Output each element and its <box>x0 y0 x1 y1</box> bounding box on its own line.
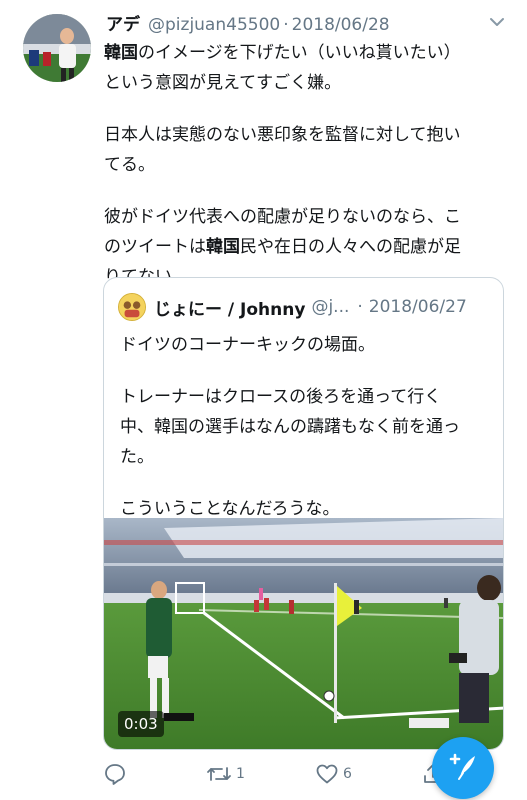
retweet-count: 1 <box>236 766 245 782</box>
text-segment: 民や在日の人々への配慮が足 <box>240 237 461 257</box>
retweet-icon <box>206 762 232 786</box>
action-bar: 1 6 <box>103 760 442 790</box>
quoted-text-line: 中、韓国の選手はなんの躊躇もなく前を通っ <box>120 417 460 437</box>
line-break <box>120 472 492 494</box>
separator: · <box>283 15 289 35</box>
user-handle[interactable]: @pizjuan45500 <box>148 15 280 35</box>
line-break <box>120 360 492 382</box>
quoted-header: じょにー / Johnny @j... · 2018/06/27 <box>118 292 467 322</box>
retweet-button[interactable]: 1 <box>206 760 245 788</box>
tweet-text-line: てる。 <box>104 150 504 180</box>
text-segment: てる。 <box>104 155 155 175</box>
text-segment: 彼がドイツ代表への配慮が足りないのなら、こ <box>104 207 461 227</box>
video-duration: 0:03 <box>118 711 164 737</box>
text-segment: 日本人は実態のない悪印象を監督に対して抱い <box>104 125 461 145</box>
reply-button[interactable] <box>103 760 131 788</box>
tweet-text-line: のツイートは韓国民や在日の人々への配慮が足 <box>104 232 504 262</box>
text-segment: のイメージを下げたい（いいね貰いたい） <box>138 43 461 63</box>
highlighted-term: 韓国 <box>104 43 138 63</box>
like-button[interactable]: 6 <box>315 760 352 788</box>
quoted-text: ドイツのコーナーキックの場面。トレーナーはクロースの後ろを通って行く 中、韓国の選… <box>120 330 492 524</box>
quoted-tweet[interactable]: じょにー / Johnny @j... · 2018/06/27 ドイツのコーナ… <box>103 277 504 750</box>
quoted-text-line: ドイツのコーナーキックの場面。 <box>120 335 375 355</box>
quoted-text-line: た。 <box>120 447 154 467</box>
like-count: 6 <box>343 766 352 782</box>
video-thumbnail <box>104 518 503 749</box>
quoted-avatar[interactable] <box>118 293 146 321</box>
tweet-text-line: 韓国のイメージを下げたい（いいね貰いたい） <box>104 38 504 68</box>
reply-icon <box>103 762 127 786</box>
avatar[interactable] <box>23 14 91 82</box>
heart-icon <box>315 762 339 786</box>
tweet-date[interactable]: 2018/06/28 <box>292 15 390 35</box>
tweet-text-line: 彼がドイツ代表への配慮が足りないのなら、こ <box>104 202 504 232</box>
display-name[interactable]: アデ <box>106 10 140 35</box>
tweet-header: アデ @pizjuan45500 · 2018/06/28 <box>106 10 486 36</box>
chevron-down-icon[interactable] <box>487 14 507 30</box>
highlighted-term: 韓国 <box>206 237 240 257</box>
line-break <box>104 98 504 120</box>
line-break <box>104 180 504 202</box>
separator: · <box>357 297 363 317</box>
quoted-date[interactable]: 2018/06/27 <box>369 297 467 317</box>
tweet-text-line: という意図が見えてすごく嫌。 <box>104 68 504 98</box>
quoted-user-handle[interactable]: @j... <box>311 297 349 317</box>
quoted-display-name[interactable]: じょにー / Johnny <box>154 295 305 320</box>
video-player[interactable]: 0:03 <box>104 518 503 749</box>
text-segment: のツイートは <box>104 237 206 257</box>
tweet-text: 韓国のイメージを下げたい（いいね貰いたい） という意図が見えてすごく嫌。 日本人は実… <box>104 38 504 292</box>
compose-tweet-icon <box>446 749 480 787</box>
text-segment: という意図が見えてすごく嫌。 <box>104 73 342 93</box>
tweet-text-line: 日本人は実態のない悪印象を監督に対して抱い <box>104 120 504 150</box>
quoted-text-line: トレーナーはクロースの後ろを通って行く <box>120 387 442 407</box>
compose-tweet-button[interactable] <box>432 737 494 799</box>
